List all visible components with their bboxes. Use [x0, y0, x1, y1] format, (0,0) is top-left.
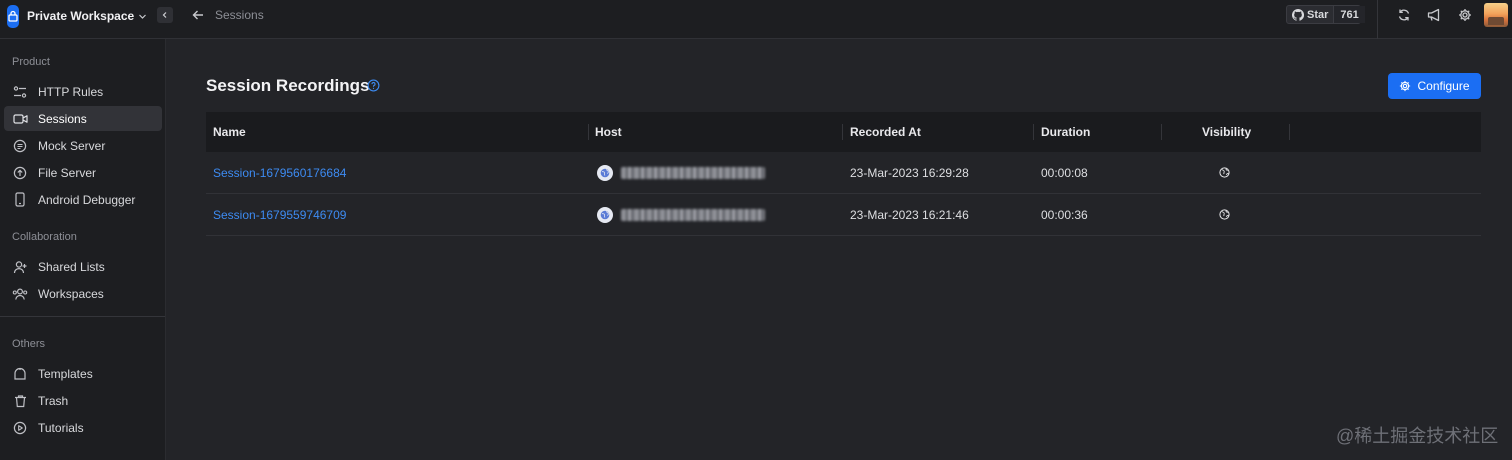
sessions-table: Name Host Recorded At Duration Visibilit…: [206, 112, 1481, 236]
topbar-divider: [1377, 0, 1378, 39]
top-bar: Private Workspace Sessions Star 761: [0, 0, 1512, 39]
globe-icon: [597, 206, 613, 223]
host-value-redacted: [621, 208, 765, 221]
add-user-icon: [12, 259, 28, 275]
host-cell: [597, 194, 765, 235]
collapse-sidebar-button[interactable]: [157, 7, 173, 23]
sidebar-section-collaboration: Collaboration: [12, 231, 77, 243]
sync-icon[interactable]: [1396, 7, 1412, 23]
sidebar-section-others: Others: [12, 338, 46, 350]
sidebar-item-shared-lists[interactable]: Shared Lists: [4, 254, 162, 279]
session-link[interactable]: Session-1679560176684: [213, 166, 346, 180]
configure-button[interactable]: Configure: [1388, 73, 1481, 99]
sidebar-item-templates[interactable]: Templates: [4, 361, 162, 386]
sidebar-item-label: Mock Server: [38, 138, 106, 153]
sidebar-item-mock-server[interactable]: Mock Server: [4, 133, 162, 158]
github-star-label: Star: [1307, 8, 1329, 21]
workspace-switcher[interactable]: Private Workspace: [7, 4, 147, 28]
video-icon: [12, 111, 28, 127]
column-header-name: Name: [213, 125, 246, 139]
help-icon[interactable]: [366, 78, 380, 92]
back-button[interactable]: [190, 7, 206, 23]
watermark: @稀土掘金技术社区: [1336, 426, 1499, 446]
session-name-cell: Session-1679559746709: [213, 194, 346, 235]
column-header-host: Host: [595, 125, 622, 139]
users-icon: [12, 286, 28, 302]
lock-icon: [7, 4, 19, 28]
sidebar-item-label: Sessions: [38, 111, 87, 126]
sidebar-item-label: Shared Lists: [38, 259, 105, 274]
avatar[interactable]: [1484, 3, 1508, 27]
column-separator: [1033, 124, 1034, 140]
github-star-button[interactable]: Star 761: [1286, 5, 1365, 24]
session-link[interactable]: Session-1679559746709: [213, 208, 346, 222]
sidebar-section-product: Product: [12, 56, 50, 68]
globe-icon: [597, 164, 613, 181]
chevron-down-icon: [138, 12, 147, 21]
table-row[interactable]: Session-1679560176684 23-Mar-2023 16:29:…: [206, 152, 1481, 194]
column-header-visibility: Visibility: [1202, 125, 1252, 139]
table-header: Name Host Recorded At Duration Visibilit…: [206, 112, 1481, 152]
trash-icon: [12, 393, 28, 409]
column-separator: [842, 124, 843, 140]
sidebar-divider: [0, 316, 165, 317]
sidebar-item-trash[interactable]: Trash: [4, 388, 162, 413]
mock-server-icon: [12, 138, 28, 154]
announcement-icon[interactable]: [1426, 7, 1442, 23]
sidebar-item-label: Workspaces: [38, 286, 104, 301]
duration-cell: 00:00:08: [1041, 165, 1088, 180]
sidebar-item-label: Tutorials: [38, 420, 84, 435]
host-value-redacted: [621, 166, 765, 179]
table-row[interactable]: Session-1679559746709 23-Mar-2023 16:21:…: [206, 194, 1481, 236]
arrow-left-icon: [192, 10, 203, 20]
globe-icon[interactable]: [1218, 209, 1230, 221]
column-separator: [588, 124, 589, 140]
page-title: Session Recordings: [206, 76, 370, 95]
sidebar-item-sessions[interactable]: Sessions: [4, 106, 162, 131]
sidebar-item-tutorials[interactable]: Tutorials: [4, 415, 162, 440]
sidebar-item-label: HTTP Rules: [38, 84, 104, 99]
globe-icon[interactable]: [1218, 167, 1230, 179]
github-icon: [1292, 8, 1304, 21]
file-server-icon: [12, 165, 28, 181]
rules-icon: [12, 84, 28, 100]
github-star-label-wrap: Star: [1287, 6, 1335, 23]
column-header-recorded-at: Recorded At: [850, 125, 921, 139]
column-separator: [1161, 124, 1162, 140]
play-icon: [12, 420, 28, 436]
sidebar-item-workspaces[interactable]: Workspaces: [4, 281, 162, 306]
visibility-cell: [1218, 152, 1230, 193]
sidebar-item-http-rules[interactable]: HTTP Rules: [4, 79, 162, 104]
workspace-name: Private Workspace: [27, 9, 135, 23]
gear-icon[interactable]: [1457, 7, 1473, 23]
sidebar-item-label: File Server: [38, 165, 97, 180]
gear-icon: [1400, 80, 1411, 92]
column-separator: [1289, 124, 1290, 140]
chevron-left-icon: [162, 12, 167, 18]
sidebar-item-label: Templates: [38, 366, 93, 381]
sidebar-item-label: Trash: [38, 393, 69, 408]
github-star-count: 761: [1334, 6, 1365, 23]
recorded-at-cell: 23-Mar-2023 16:21:46: [850, 207, 969, 222]
breadcrumb: Sessions: [215, 8, 264, 22]
sidebar: Product HTTP Rules Sessions Mock Server …: [0, 39, 166, 460]
session-name-cell: Session-1679560176684: [213, 152, 346, 193]
phone-icon: [12, 192, 28, 208]
recorded-at-cell: 23-Mar-2023 16:29:28: [850, 165, 969, 180]
configure-label: Configure: [1417, 79, 1470, 93]
sidebar-item-file-server[interactable]: File Server: [4, 160, 162, 185]
sidebar-item-android-debugger[interactable]: Android Debugger: [4, 187, 162, 212]
column-header-duration: Duration: [1041, 125, 1091, 139]
duration-cell: 00:00:36: [1041, 207, 1088, 222]
sidebar-item-label: Android Debugger: [38, 192, 136, 207]
template-icon: [12, 366, 28, 382]
visibility-cell: [1218, 194, 1230, 235]
host-cell: [597, 152, 765, 193]
